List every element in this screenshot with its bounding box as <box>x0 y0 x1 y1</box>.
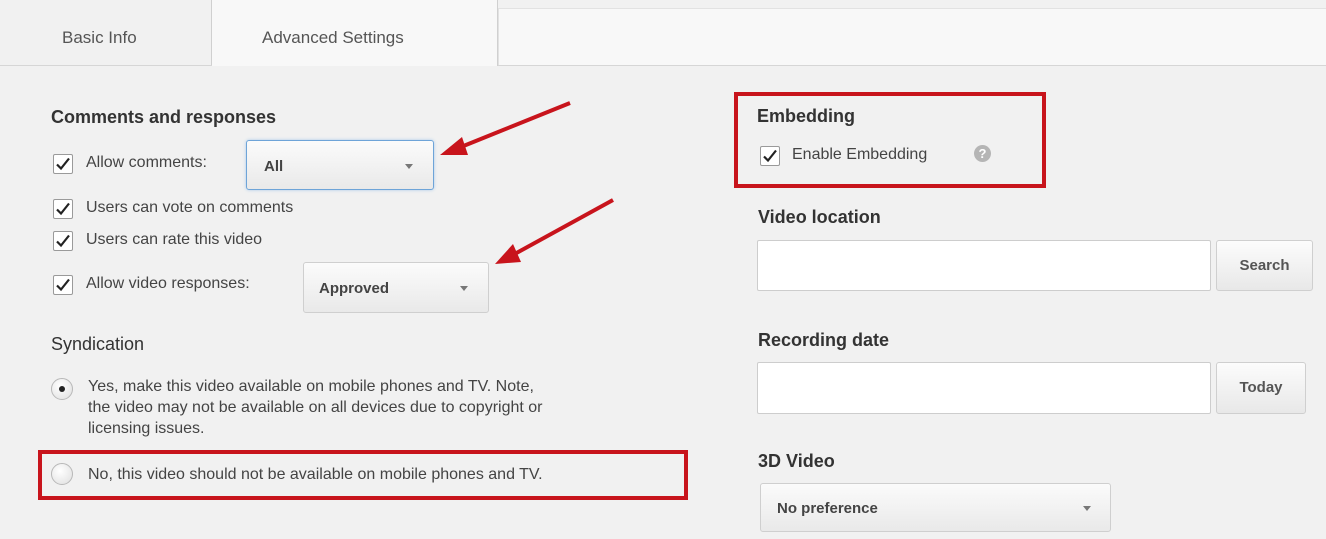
syndication-yes-radio[interactable] <box>51 378 73 400</box>
enable-embedding-label: Enable Embedding <box>792 146 928 163</box>
enable-embedding-checkbox[interactable] <box>760 146 780 166</box>
video-location-input[interactable] <box>757 240 1211 291</box>
help-icon[interactable]: ? <box>974 145 991 162</box>
comments-section-title: Comments and responses <box>51 107 277 127</box>
allow-comments-select-value: All <box>264 158 284 175</box>
tab-advanced-settings-label[interactable]: Advanced Settings <box>262 28 404 48</box>
recording-date-input[interactable] <box>757 362 1211 414</box>
tab-basic-info-label[interactable]: Basic Info <box>62 28 137 48</box>
allow-comments-select[interactable]: All <box>246 140 434 190</box>
vote-comments-label: Users can vote on comments <box>86 199 294 216</box>
syndication-yes-line: licensing issues. <box>88 420 205 437</box>
allow-responses-label: Allow video responses: <box>86 275 250 292</box>
syndication-no-radio[interactable] <box>51 463 73 485</box>
allow-comments-checkbox[interactable] <box>53 154 73 174</box>
3d-video-select-value: No preference <box>777 500 878 517</box>
tab-divider <box>0 65 212 66</box>
3d-video-select[interactable]: No preference <box>760 483 1111 532</box>
checkmark-icon <box>56 278 70 292</box>
syndication-yes-line: Yes, make this video available on mobile… <box>88 378 534 395</box>
syndication-yes-label: Yes, make this video available on mobile… <box>88 376 688 439</box>
tab-divider <box>498 65 1326 66</box>
today-button[interactable]: Today <box>1216 362 1306 414</box>
chevron-down-icon <box>1083 506 1091 511</box>
allow-comments-label: Allow comments: <box>86 154 207 171</box>
checkmark-icon <box>763 149 777 163</box>
tab-bar-filler <box>498 8 1326 66</box>
vote-comments-checkbox[interactable] <box>53 199 73 219</box>
embedding-section-title: Embedding <box>757 106 855 126</box>
search-button[interactable]: Search <box>1216 240 1313 291</box>
video-location-title: Video location <box>758 207 881 227</box>
chevron-down-icon <box>405 164 413 169</box>
chevron-down-icon <box>460 286 468 291</box>
allow-responses-select[interactable]: Approved <box>303 262 489 313</box>
checkmark-icon <box>56 234 70 248</box>
rate-video-checkbox[interactable] <box>53 231 73 251</box>
radio-selected-dot <box>59 386 65 392</box>
checkmark-icon <box>56 157 70 171</box>
syndication-section-title: Syndication <box>51 334 145 354</box>
allow-responses-checkbox[interactable] <box>53 275 73 295</box>
annotation-arrow-icon <box>440 101 571 155</box>
recording-date-title: Recording date <box>758 330 890 350</box>
allow-responses-select-value: Approved <box>319 280 390 297</box>
rate-video-label: Users can rate this video <box>86 231 263 248</box>
annotation-arrow-icon <box>495 198 614 264</box>
syndication-yes-line: the video may not be available on all de… <box>88 399 543 416</box>
checkmark-icon <box>56 202 70 216</box>
3d-video-title: 3D Video <box>758 451 835 471</box>
syndication-no-label: No, this video should not be available o… <box>88 466 543 483</box>
